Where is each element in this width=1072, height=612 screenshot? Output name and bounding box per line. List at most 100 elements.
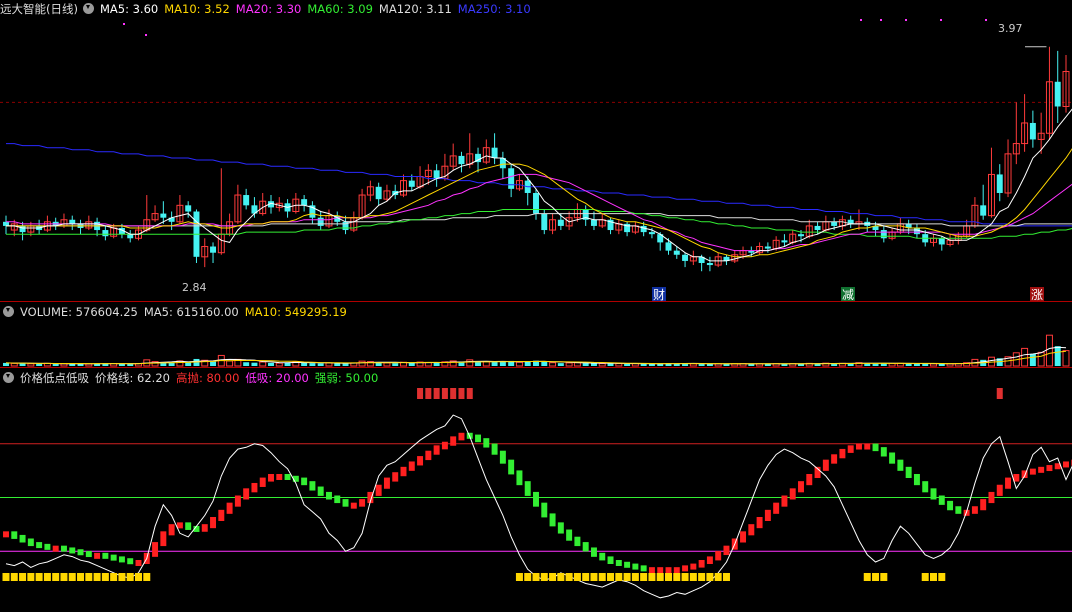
signal-dot — [940, 19, 942, 21]
volume-bar-down — [127, 364, 134, 366]
signal-block-down — [475, 434, 482, 443]
signal-block-down — [102, 552, 109, 559]
ma20-label: MA20: 3.30 — [235, 2, 302, 16]
volume-bar-down — [243, 362, 250, 366]
signal-block-down — [85, 551, 92, 558]
volume-bar-down — [36, 363, 43, 366]
candle-down — [317, 217, 324, 226]
low-buy-marker — [582, 573, 590, 581]
candle-down — [408, 180, 415, 187]
volume-bar-up — [275, 362, 283, 367]
signal-block-up — [1046, 465, 1053, 472]
signal-block-down — [913, 474, 920, 486]
signal-block-up — [392, 472, 399, 482]
signal-block-up — [234, 495, 241, 507]
low-buy-marker — [623, 573, 631, 581]
tag-jian[interactable]: 减 — [842, 288, 854, 302]
signal-block-up — [806, 474, 813, 486]
tag-cai[interactable]: 财 — [653, 288, 665, 302]
signal-dot — [905, 19, 907, 21]
signal-dot — [985, 19, 987, 21]
signal-block-up — [682, 565, 689, 572]
candle-down — [706, 262, 713, 266]
low-buy-marker — [532, 573, 540, 581]
signal-block-up — [657, 567, 664, 574]
signal-block-up — [458, 432, 465, 441]
volume-panel-toggle-icon[interactable] — [3, 306, 14, 317]
price-line-label: 价格线: 62.20 — [95, 371, 170, 385]
volume-bar-down — [913, 363, 920, 366]
tag-zhang[interactable]: 涨 — [1031, 287, 1043, 302]
indicator-panel-toggle-icon[interactable] — [3, 372, 14, 383]
candle-down — [673, 250, 680, 255]
candle-down — [880, 230, 887, 239]
signal-block-down — [185, 522, 192, 530]
signal-dot — [145, 34, 147, 36]
signal-block-up — [781, 495, 788, 507]
high-sell-label: 高抛: 80.00 — [175, 371, 240, 385]
low-buy-marker — [689, 573, 697, 581]
signal-block-up — [251, 482, 258, 493]
low-buy-label: 低吸: 20.00 — [245, 371, 309, 385]
signal-block-up — [789, 488, 796, 500]
high-sell-marker — [996, 388, 1003, 399]
signal-block-up — [996, 484, 1003, 496]
stock-title: 远大智能(日线) — [0, 2, 78, 16]
signal-block-down — [615, 560, 622, 566]
volume-ma10-label: MA10: 549295.19 — [244, 305, 347, 319]
signal-block-up — [706, 556, 713, 564]
low-buy-marker — [27, 573, 35, 581]
signal-block-up — [831, 454, 838, 464]
low-buy-marker — [2, 573, 10, 581]
low-buy-marker — [640, 573, 648, 581]
volume-bar-up — [1037, 351, 1045, 367]
low-buy-marker — [648, 573, 656, 581]
signal-block-up — [210, 517, 217, 529]
candle-down — [798, 234, 804, 237]
signal-block-down — [36, 542, 43, 549]
low-buy-marker — [143, 573, 151, 581]
signal-block-up — [359, 499, 366, 507]
signal-block-down — [77, 549, 84, 556]
volume-bar-down — [317, 363, 324, 366]
volume-bar-up — [466, 359, 474, 367]
signal-block-up — [971, 506, 978, 514]
signal-block-up — [773, 502, 780, 514]
price-panel-toggle-icon[interactable] — [82, 3, 94, 14]
volume-bar-down — [764, 364, 771, 366]
low-buy-marker — [135, 573, 142, 581]
signal-block-up — [160, 531, 167, 547]
low-buy-marker — [549, 573, 557, 581]
high-sell-marker — [425, 388, 432, 399]
ma20-line — [6, 173, 1072, 252]
low-buy-marker — [930, 573, 937, 581]
signal-block-down — [342, 499, 349, 507]
ma5-line — [6, 108, 1072, 262]
candle-down — [814, 225, 821, 231]
low-buy-marker — [126, 573, 134, 581]
signal-block-up — [276, 474, 283, 480]
signal-block-up — [417, 456, 424, 466]
candle-down — [491, 147, 498, 158]
low-buy-marker — [872, 573, 880, 581]
signal-block-up — [259, 477, 266, 487]
ma5-label: MA5: 3.60 — [99, 2, 159, 16]
volume-bar-down — [624, 363, 631, 366]
signal-block-up — [218, 509, 225, 521]
candle-down — [557, 219, 564, 226]
signal-block-up — [698, 560, 705, 568]
volume-bar-down — [301, 362, 308, 366]
signal-block-up — [176, 522, 183, 529]
signal-dot — [880, 19, 882, 21]
signal-block-up — [168, 524, 175, 536]
volume-bar-up — [549, 362, 557, 367]
price-legend: 远大智能(日线) MA5: 3.60 MA10: 3.52 MA20: 3.30 MA6… — [0, 0, 537, 18]
volume-bar-down — [309, 363, 316, 366]
signal-block-up — [433, 445, 440, 455]
candle-down — [375, 186, 382, 200]
signal-block-up — [665, 567, 672, 574]
signal-block-up — [350, 502, 357, 509]
signal-block-down — [947, 500, 954, 511]
signal-block-down — [590, 547, 597, 557]
volume-bar-up — [226, 360, 234, 367]
